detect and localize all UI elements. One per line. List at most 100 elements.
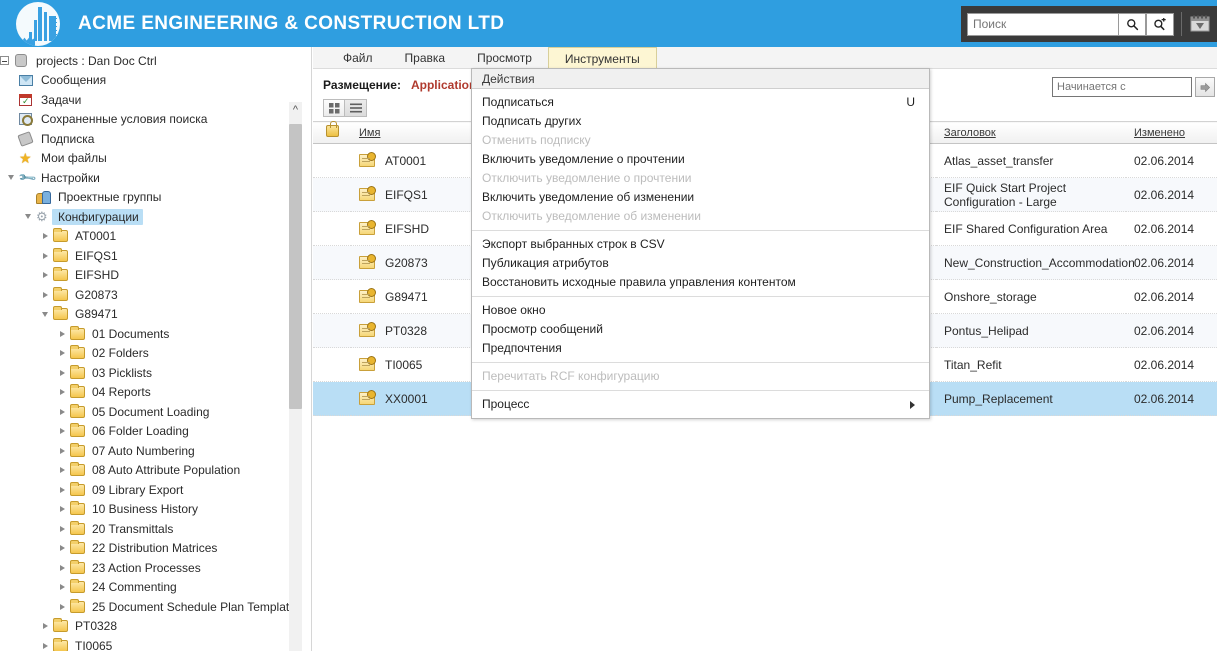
- advanced-search-icon[interactable]: [1147, 12, 1174, 36]
- tree-item-[interactable]: Подписка: [0, 129, 296, 149]
- tree-item-10-business-history[interactable]: 10 Business History: [0, 500, 296, 520]
- tree-item-label: 01 Documents: [92, 326, 170, 341]
- tree-item-g89471[interactable]: G89471: [0, 305, 296, 325]
- menu-edit[interactable]: Правка: [389, 47, 462, 69]
- cell-lock: [313, 211, 351, 246]
- expand-arrow-icon[interactable]: [55, 600, 69, 614]
- menu-view[interactable]: Просмотр: [461, 47, 548, 69]
- tools-dropdown-menu[interactable]: Действия Подписаться U Подписать других Отм…: [471, 68, 930, 419]
- menu-item-включить-уведомление-об-изменении[interactable]: Включить уведомление об изменении: [472, 188, 929, 207]
- expand-arrow-icon[interactable]: [55, 346, 69, 360]
- expand-arrow-icon[interactable]: [38, 639, 52, 651]
- tree-item-24-commenting[interactable]: 24 Commenting: [0, 578, 296, 598]
- expand-arrow-icon[interactable]: [55, 483, 69, 497]
- expand-arrow-icon[interactable]: [55, 444, 69, 458]
- tree-item-25-document-schedule-plan-templates[interactable]: 25 Document Schedule Plan Templates: [0, 597, 302, 617]
- menu-tools[interactable]: Инструменты: [547, 47, 657, 69]
- tree-item-02-folders[interactable]: 02 Folders: [0, 344, 296, 364]
- tree-scrollbar[interactable]: ^: [289, 102, 302, 651]
- tree-item-[interactable]: ★ Мои файлы: [0, 149, 296, 169]
- tree-item-[interactable]: 🔧 Настройки: [0, 168, 296, 188]
- tree-item-g20873[interactable]: G20873: [0, 285, 296, 305]
- menu-item-label: Подписать других: [482, 114, 582, 128]
- tree-root-node[interactable]: projects : Dan Doc Ctrl: [0, 51, 296, 71]
- column-header-modified[interactable]: Изменено: [1126, 121, 1217, 144]
- tree-item-08-auto-attribute-population[interactable]: 08 Auto Attribute Population: [0, 461, 296, 481]
- tree-item-label: 05 Document Loading: [92, 404, 210, 419]
- expand-arrow-icon[interactable]: [38, 229, 52, 243]
- column-header-title[interactable]: Заголовок: [936, 121, 1126, 144]
- filter-input[interactable]: [1052, 77, 1192, 97]
- expand-arrow-icon[interactable]: [55, 522, 69, 536]
- tree-item-04-reports[interactable]: 04 Reports: [0, 383, 296, 403]
- menu-item-экспорт-выбранных-строк-в-csv[interactable]: Экспорт выбранных строк в CSV: [472, 235, 929, 254]
- expand-arrow-icon[interactable]: [55, 327, 69, 341]
- tree-item-eifshd[interactable]: EIFSHD: [0, 266, 296, 286]
- calendar-icon[interactable]: [1189, 14, 1211, 34]
- search-icon[interactable]: [1119, 12, 1146, 36]
- column-header-lock[interactable]: [313, 121, 351, 144]
- collapse-root-icon[interactable]: [0, 56, 9, 66]
- lock-icon: [325, 121, 339, 137]
- menu-item-процесс[interactable]: Процесс: [472, 395, 929, 414]
- tree-item-06-folder-loading[interactable]: 06 Folder Loading: [0, 422, 296, 442]
- tree-item-[interactable]: Сохраненные условия поиска: [0, 110, 296, 130]
- menu-item-восстановить-исходные-правила-управления-контент[interactable]: Восстановить исходные правила управления…: [472, 273, 929, 292]
- menu-item-label: Подписаться: [482, 95, 554, 109]
- acme-refinery-logo-icon: [16, 1, 60, 46]
- tree-item-22-distribution-matrices[interactable]: 22 Distribution Matrices: [0, 539, 296, 559]
- folder-icon: [69, 520, 85, 536]
- scroll-up-icon[interactable]: ^: [290, 104, 301, 116]
- expand-arrow-icon[interactable]: [55, 561, 69, 575]
- menu-item-подписать-других[interactable]: Подписать других: [472, 112, 929, 131]
- expand-arrow-icon[interactable]: [55, 385, 69, 399]
- tree-item-[interactable]: Проектные группы: [0, 188, 296, 208]
- expand-arrow-icon[interactable]: [55, 424, 69, 438]
- collapse-arrow-icon[interactable]: [4, 171, 18, 185]
- menu-item-просмотр-сообщений[interactable]: Просмотр сообщений: [472, 320, 929, 339]
- location-value[interactable]: Application: [411, 78, 476, 92]
- folder-icon: [69, 345, 85, 360]
- expand-arrow-icon[interactable]: [38, 268, 52, 282]
- grid-view-icon[interactable]: [323, 99, 345, 117]
- tree-item-05-document-loading[interactable]: 05 Document Loading: [0, 402, 296, 422]
- menu-item-новое-окно[interactable]: Новое окно: [472, 301, 929, 320]
- menu-item-подписаться[interactable]: Подписаться U: [472, 93, 929, 112]
- tree-item-09-library-export[interactable]: 09 Library Export: [0, 480, 296, 500]
- expand-arrow-icon[interactable]: [55, 366, 69, 380]
- expand-arrow-icon[interactable]: [38, 249, 52, 263]
- tree-item-pt0328[interactable]: PT0328: [0, 617, 296, 637]
- cell-modified: 02.06.2014: [1126, 177, 1217, 212]
- expand-arrow-icon[interactable]: [38, 619, 52, 633]
- tree-item-label: 25 Document Schedule Plan Templates: [92, 599, 302, 614]
- expand-arrow-icon[interactable]: [55, 502, 69, 516]
- collapse-arrow-icon[interactable]: [21, 210, 35, 224]
- navigation-tree-panel[interactable]: projects : Dan Doc Ctrl СообщенияЗадачиС…: [0, 47, 312, 651]
- tree-item-ti0065[interactable]: TI0065: [0, 636, 296, 651]
- tree-item-20-transmittals[interactable]: 20 Transmittals: [0, 519, 296, 539]
- tree-item-at0001[interactable]: AT0001: [0, 227, 296, 247]
- tree-item-07-auto-numbering[interactable]: 07 Auto Numbering: [0, 441, 296, 461]
- expand-arrow-icon[interactable]: [55, 405, 69, 419]
- folder-icon: [69, 481, 85, 497]
- tree-item-eifqs1[interactable]: EIFQS1: [0, 246, 296, 266]
- expand-arrow-icon[interactable]: [55, 541, 69, 555]
- tree-item-03-picklists[interactable]: 03 Picklists: [0, 363, 296, 383]
- tree-item-01-documents[interactable]: 01 Documents: [0, 324, 296, 344]
- filter-apply-button[interactable]: [1195, 77, 1215, 97]
- expand-arrow-icon[interactable]: [38, 288, 52, 302]
- tree-item-[interactable]: Сообщения: [0, 71, 296, 91]
- menu-item-публикация-атрибутов[interactable]: Публикация атрибутов: [472, 254, 929, 273]
- tree-item-[interactable]: ⚙ Конфигурации: [0, 207, 296, 227]
- collapse-arrow-icon[interactable]: [38, 307, 52, 321]
- expand-arrow-icon[interactable]: [55, 580, 69, 594]
- menu-file[interactable]: Файл: [327, 47, 389, 69]
- search-input[interactable]: [967, 12, 1119, 36]
- tree-scrollbar-thumb[interactable]: [289, 124, 302, 409]
- list-view-icon[interactable]: [345, 99, 367, 117]
- expand-arrow-icon[interactable]: [55, 463, 69, 477]
- menu-item-включить-уведомление-о-прочтении[interactable]: Включить уведомление о прочтении: [472, 150, 929, 169]
- tree-item-[interactable]: Задачи: [0, 90, 296, 110]
- tree-item-23-action-processes[interactable]: 23 Action Processes: [0, 558, 296, 578]
- menu-item-предпочтения[interactable]: Предпочтения: [472, 339, 929, 358]
